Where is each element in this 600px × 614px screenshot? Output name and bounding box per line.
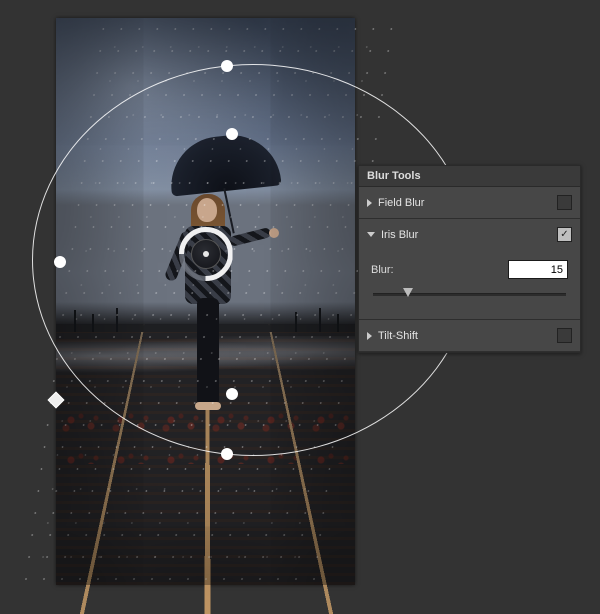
tree-icon (295, 312, 297, 332)
section-field-blur: Field Blur (359, 187, 580, 219)
section-header-field-blur[interactable]: Field Blur (359, 187, 580, 218)
section-iris-blur: Iris Blur ✓ Blur: (359, 219, 580, 320)
tree-icon (116, 308, 118, 332)
image-foot (195, 402, 221, 410)
blur-pin[interactable] (179, 227, 233, 281)
panel-title: Blur Tools (359, 166, 580, 187)
ellipse-feather-handle[interactable] (226, 128, 238, 140)
blur-slider[interactable] (373, 287, 566, 301)
section-label: Iris Blur (381, 229, 551, 241)
ellipse-handle-bottom[interactable] (221, 448, 233, 460)
ellipse-feather-handle[interactable] (226, 388, 238, 400)
section-tilt-shift: Tilt-Shift (359, 320, 580, 352)
blur-pin-center-icon (203, 251, 209, 257)
section-label: Field Blur (378, 197, 551, 209)
blur-tools-panel: Blur Tools Field Blur Iris Blur ✓ Blur: (358, 165, 581, 353)
blur-label: Blur: (371, 264, 411, 276)
image-hand (269, 228, 279, 238)
disclosure-triangle-icon (367, 199, 372, 207)
checkbox-iris-blur[interactable]: ✓ (557, 227, 572, 242)
tree-icon (74, 310, 76, 332)
image-legs (197, 298, 219, 406)
tree-icon (337, 314, 339, 332)
blur-amount-row: Blur: (371, 260, 568, 279)
section-label: Tilt-Shift (378, 330, 551, 342)
image-head (197, 198, 217, 222)
tree-icon (92, 314, 94, 332)
section-header-iris-blur[interactable]: Iris Blur ✓ (359, 219, 580, 250)
section-header-tilt-shift[interactable]: Tilt-Shift (359, 320, 580, 351)
disclosure-triangle-icon (367, 232, 375, 237)
ellipse-handle-left[interactable] (54, 256, 66, 268)
checkbox-tilt-shift[interactable] (557, 328, 572, 343)
slider-thumb-icon[interactable] (403, 288, 413, 297)
disclosure-triangle-icon (367, 332, 372, 340)
ellipse-handle-top[interactable] (221, 60, 233, 72)
tree-icon (319, 308, 321, 332)
section-body-iris-blur: Blur: (359, 250, 580, 319)
blur-value-input[interactable] (508, 260, 568, 279)
document-canvas[interactable] (56, 18, 355, 585)
checkbox-field-blur[interactable] (557, 195, 572, 210)
